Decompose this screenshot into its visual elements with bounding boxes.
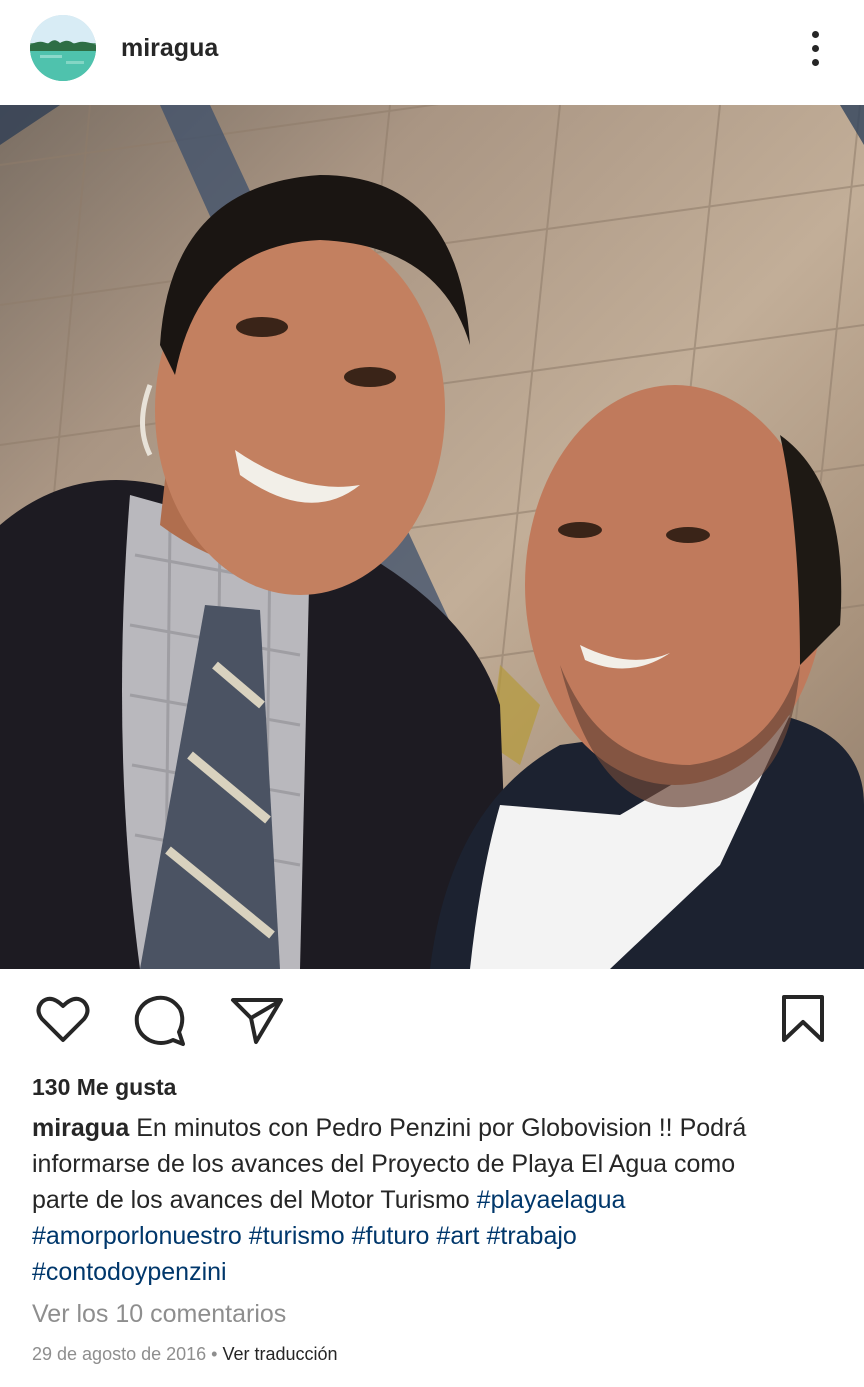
avatar-landscape-icon [30, 15, 96, 81]
post-caption: miragua En minutos con Pedro Penzini por… [32, 1110, 832, 1290]
caption-line-4: #amorporlonuestro #turismo #futuro #art … [32, 1218, 832, 1254]
hashtag-link[interactable]: #futuro [352, 1222, 430, 1250]
comment-icon[interactable] [133, 994, 187, 1048]
bookmark-icon[interactable] [780, 994, 826, 1044]
hashtag-link[interactable]: #contodoypenzini [32, 1258, 227, 1286]
hashtag-link[interactable]: #trabajo [486, 1222, 576, 1250]
caption-text-1: En minutos con Pedro Penzini por Globovi… [136, 1114, 747, 1142]
post-username[interactable]: miragua [121, 34, 218, 63]
hashtag-link[interactable]: #turismo [249, 1222, 345, 1250]
caption-text-3: parte de los avances del Motor Turismo [32, 1186, 470, 1214]
caption-username[interactable]: miragua [32, 1114, 129, 1142]
post-date: 29 de agosto de 2016 [32, 1344, 207, 1364]
caption-line-3: parte de los avances del Motor Turismo #… [32, 1182, 832, 1218]
selfie-image [0, 105, 864, 969]
heart-icon[interactable] [36, 994, 90, 1044]
profile-avatar[interactable] [30, 15, 96, 81]
hashtag-link[interactable]: #amorporlonuestro [32, 1222, 242, 1250]
view-comments-link[interactable]: Ver los 10 comentarios [32, 1300, 286, 1329]
caption-line-1: miragua En minutos con Pedro Penzini por… [32, 1110, 832, 1146]
meta-separator: • [211, 1344, 218, 1364]
caption-line-5: #contodoypenzini [32, 1254, 832, 1290]
more-options-icon[interactable] [800, 28, 832, 70]
likes-count[interactable]: 130 Me gusta [32, 1074, 176, 1101]
post-meta: 29 de agosto de 2016 • Ver traducción [32, 1344, 338, 1365]
hashtag-link[interactable]: #art [436, 1222, 479, 1250]
post-photo[interactable] [0, 105, 864, 969]
hashtag-link[interactable]: #playaelagua [477, 1186, 626, 1214]
caption-text-2: informarse de los avances del Proyecto d… [32, 1150, 736, 1178]
post-header: miragua [0, 0, 864, 104]
action-bar [0, 980, 864, 1060]
send-icon[interactable] [230, 996, 284, 1046]
translate-link[interactable]: Ver traducción [222, 1344, 337, 1364]
